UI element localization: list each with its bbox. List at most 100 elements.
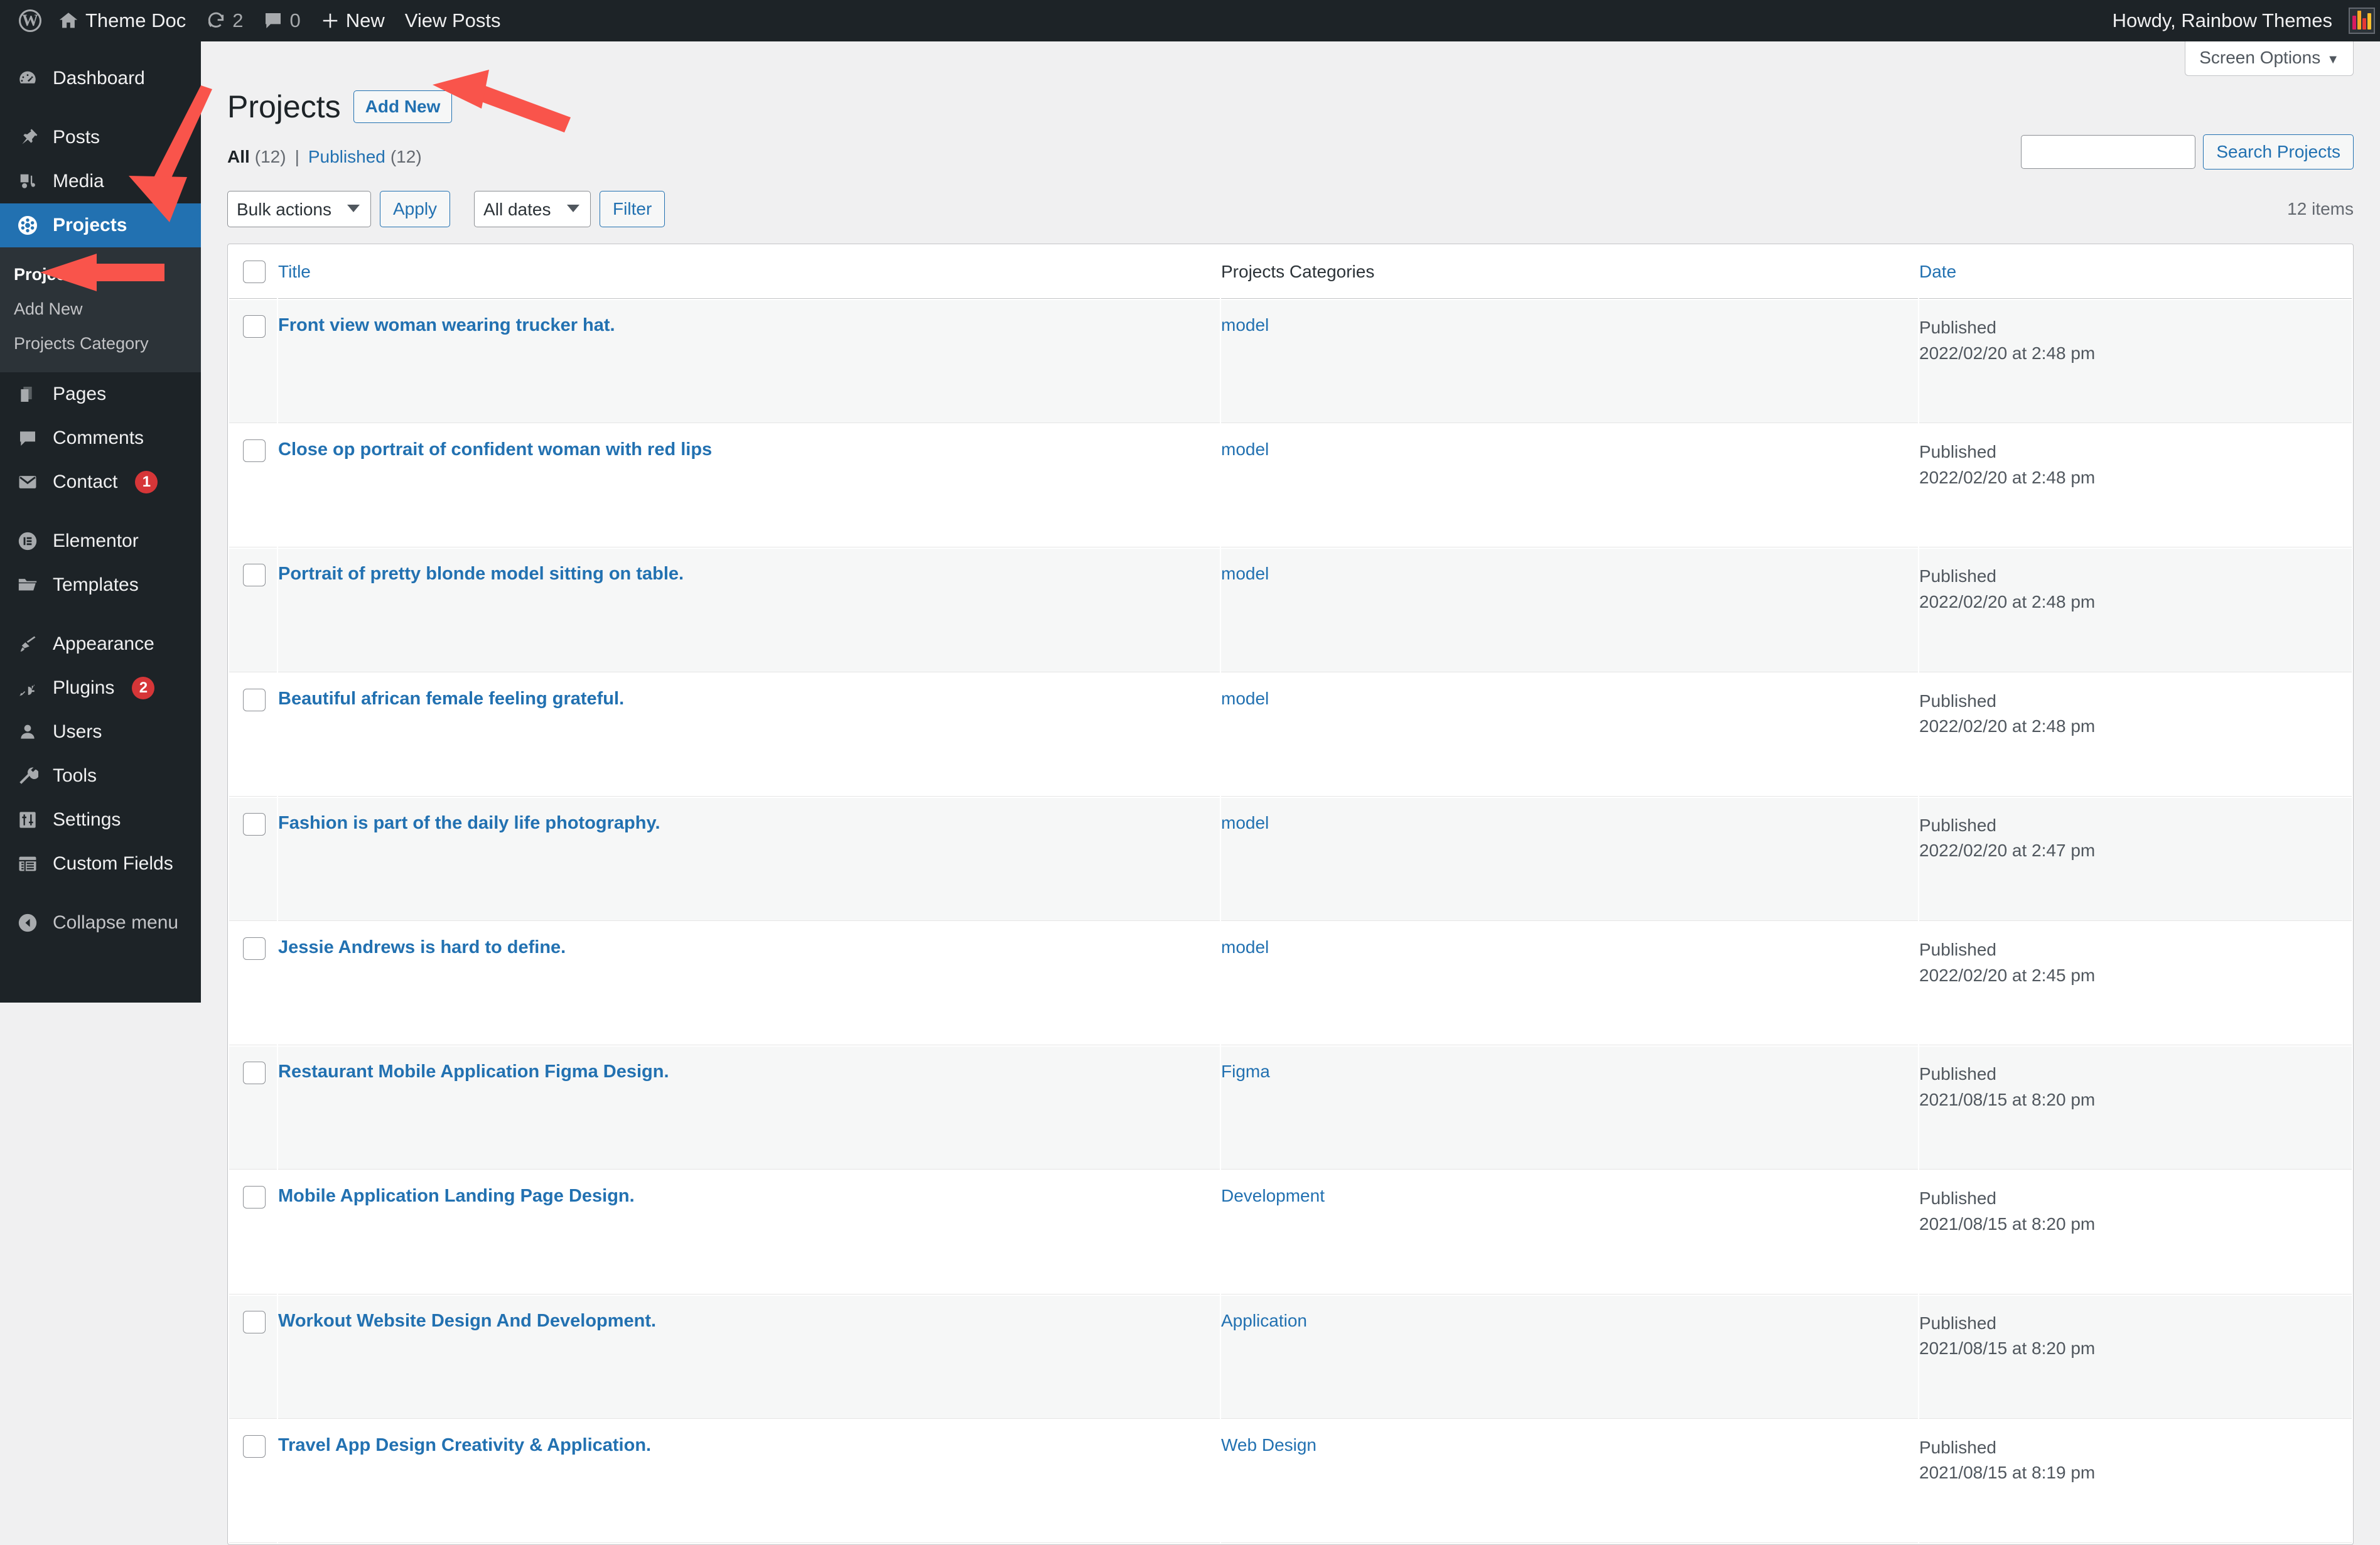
sidebar-item-label: Tools [53,765,97,786]
row-category-link[interactable]: model [1221,813,1269,832]
bulk-actions-select-wrap: Bulk actions [227,191,371,227]
sidebar-item-label: Plugins [53,677,115,698]
sidebar-item-appearance[interactable]: Appearance [0,622,201,666]
mail-icon [14,471,41,493]
row-category-cell: model [1221,797,1918,921]
sidebar-item-posts[interactable]: Posts [0,116,201,159]
projects-submenu: Projects Add New Projects Category [0,247,201,372]
sidebar-item-label: Templates [53,574,139,595]
table-row: Restaurant Mobile Application Figma Desi… [229,1047,2352,1170]
row-title-link[interactable]: Fashion is part of the daily life photog… [278,813,660,833]
row-checkbox[interactable] [243,937,266,960]
sidebar-item-plugins[interactable]: Plugins 2 [0,666,201,710]
row-category-link[interactable]: Development [1221,1186,1325,1205]
elementor-icon [14,530,41,552]
row-title-link[interactable]: Jessie Andrews is hard to define. [278,937,566,957]
row-category-cell: model [1221,922,1918,1046]
date-filter-select[interactable]: All dates [474,191,591,227]
admin-bar-left: W Theme Doc 2 0 New View Posts [0,0,511,41]
sidebar-item-comments[interactable]: Comments [0,416,201,460]
row-date-cell: Published 2021/08/15 at 8:20 pm [1919,1171,2352,1295]
sort-by-date-link[interactable]: Date [1919,262,1956,281]
row-checkbox[interactable] [243,564,266,587]
dashboard-icon [14,68,41,89]
row-checkbox[interactable] [243,688,266,711]
sidebar-item-users[interactable]: Users [0,710,201,754]
row-title-link[interactable]: Portrait of pretty blonde model sitting … [278,564,684,584]
column-header-date: Date [1919,245,2352,299]
sidebar-item-dashboard[interactable]: Dashboard [0,57,201,100]
sidebar-item-media[interactable]: Media [0,159,201,203]
screen-options-button[interactable]: Screen Options ▼ [2185,41,2354,76]
row-category-link[interactable]: Application [1221,1311,1307,1330]
comments-menu-item[interactable]: 0 [253,0,310,41]
row-category-link[interactable]: model [1221,937,1269,957]
add-new-button[interactable]: Add New [353,90,453,123]
row-date: 2022/02/20 at 2:48 pm [1919,591,2096,611]
row-date: 2022/02/20 at 2:48 pm [1919,467,2096,487]
row-title-link[interactable]: Beautiful african female feeling gratefu… [278,689,624,709]
view-all-link[interactable]: All [227,147,250,167]
view-published-link[interactable]: Published [308,147,385,167]
row-checkbox[interactable] [243,812,266,836]
row-title-link[interactable]: Close op portrait of confident woman wit… [278,439,712,460]
sidebar-item-elementor[interactable]: Elementor [0,519,201,563]
row-title-cell: Travel App Design Creativity & Applicati… [278,1420,1220,1543]
sidebar-item-pages[interactable]: Pages [0,372,201,416]
search-input[interactable] [2021,135,2196,169]
row-date-cell: Published 2022/02/20 at 2:48 pm [1919,300,2352,424]
submenu-item-projects[interactable]: Projects [0,257,201,292]
sidebar-item-tools[interactable]: Tools [0,754,201,798]
updates-menu-item[interactable]: 2 [196,0,253,41]
sidebar-item-settings[interactable]: Settings [0,798,201,842]
my-account-menu-item[interactable]: Howdy, Rainbow Themes [2103,0,2375,41]
submenu-item-projects-category[interactable]: Projects Category [0,326,201,361]
search-submit-button[interactable]: Search Projects [2203,134,2354,170]
row-category-cell: Figma [1221,1047,1918,1170]
view-published-count: (12) [390,147,422,166]
row-select-cell [229,797,277,921]
filter-button[interactable]: Filter [600,191,665,227]
displaying-num: 12 items [2287,199,2354,218]
row-category-link[interactable]: model [1221,564,1269,583]
row-title-link[interactable]: Mobile Application Landing Page Design. [278,1186,635,1206]
row-title-link[interactable]: Travel App Design Creativity & Applicati… [278,1435,651,1455]
sidebar-item-contact[interactable]: Contact 1 [0,460,201,504]
row-category-link[interactable]: Web Design [1221,1435,1317,1455]
row-select-cell [229,300,277,424]
row-status: Published [1919,691,1996,711]
row-checkbox[interactable] [243,439,266,463]
row-category-link[interactable]: Figma [1221,1062,1270,1081]
row-checkbox[interactable] [243,1186,266,1209]
row-category-cell: model [1221,300,1918,424]
row-category-link[interactable]: model [1221,439,1269,459]
view-posts-menu-item[interactable]: View Posts [395,0,511,41]
apply-button[interactable]: Apply [380,191,451,227]
row-title-link[interactable]: Workout Website Design And Development. [278,1311,656,1331]
table-header-row: Title Projects Categories Date [229,245,2352,299]
wp-logo-menu-item[interactable]: W [9,0,48,41]
row-checkbox[interactable] [243,1062,266,1085]
sidebar-item-custom-fields[interactable]: Custom Fields [0,842,201,886]
row-title-link[interactable]: Restaurant Mobile Application Figma Desi… [278,1062,669,1082]
row-checkbox[interactable] [243,1435,266,1458]
row-category-link[interactable]: model [1221,689,1269,708]
sidebar-item-templates[interactable]: Templates [0,563,201,607]
row-title-cell: Close op portrait of confident woman wit… [278,424,1220,548]
site-name-menu-item[interactable]: Theme Doc [48,0,196,41]
menu-group-spacer-2 [0,504,201,519]
new-content-menu-item[interactable]: New [311,0,395,41]
row-checkbox[interactable] [243,1310,266,1333]
sidebar-item-collapse-menu[interactable]: Collapse menu [0,901,201,945]
row-checkbox[interactable] [243,315,266,338]
menu-group-spacer-1 [0,100,201,116]
updates-count: 2 [232,9,244,31]
submenu-item-add-new[interactable]: Add New [0,292,201,326]
row-title-link[interactable]: Front view woman wearing trucker hat. [278,315,615,335]
row-category-link[interactable]: model [1221,315,1269,335]
select-all-checkbox[interactable] [243,261,266,283]
bulk-actions-select[interactable]: Bulk actions [227,191,371,227]
row-status: Published [1919,1437,1996,1457]
sort-by-title-link[interactable]: Title [278,262,311,281]
sidebar-item-projects[interactable]: Projects [0,203,201,247]
